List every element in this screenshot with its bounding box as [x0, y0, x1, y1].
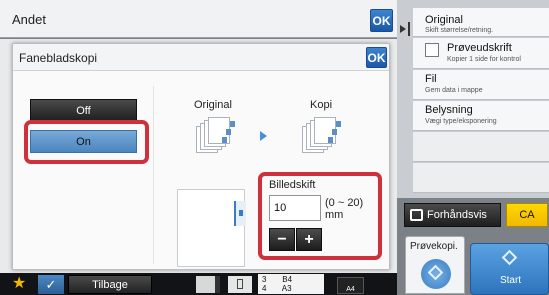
start-label: Start	[499, 275, 522, 286]
shift-range: (0 ~ 20)	[325, 197, 364, 209]
collapse-arrow-icon[interactable]	[400, 25, 406, 33]
diamond-icon	[427, 264, 444, 281]
tab-copy-dialog: Fanebladskopi OK Off On Original Kopi Bi…	[12, 43, 390, 270]
on-button[interactable]: On	[30, 130, 137, 153]
menu-item-title: Original	[425, 14, 463, 26]
outer-header: Andet OK	[0, 0, 397, 38]
diamond-icon	[501, 249, 518, 266]
start-button[interactable]: Start	[470, 243, 549, 295]
menu-item-proof-print[interactable]: Prøveudskrift Kopier 1 side for kontrol	[413, 38, 549, 69]
proof-copy-button[interactable]	[421, 259, 451, 289]
menu-item-subtitle: Skift størrelse/retning.	[425, 27, 494, 34]
tray-icon	[228, 276, 252, 293]
menu-item-empty	[413, 132, 549, 162]
back-button[interactable]: Tilbage	[68, 275, 152, 294]
tray-size: A3	[281, 284, 292, 293]
increase-button[interactable]: +	[296, 228, 322, 251]
original-label: Original	[194, 99, 232, 111]
paper-size-indicator: A4	[337, 277, 364, 294]
tray-status: 3 B4 4 A3	[258, 274, 324, 294]
shift-range-text: (0 ~ 20) mm	[325, 197, 363, 221]
dialog-divider	[153, 86, 154, 264]
menu-item-empty	[413, 163, 549, 193]
right-panel: Original Skift størrelse/retning. Prøveu…	[397, 0, 549, 198]
dialog-title: Fanebladskopi	[19, 51, 98, 65]
proof-checkbox[interactable]	[425, 43, 439, 57]
menu-item-title: Fil	[425, 73, 437, 85]
copy-label: Kopi	[310, 99, 333, 111]
decrease-button[interactable]: −	[269, 228, 295, 251]
paper-icon	[196, 276, 220, 293]
dialog-ok-button[interactable]: OK	[366, 47, 387, 68]
image-shift-label: Billedskift	[269, 179, 316, 191]
collapse-bar	[408, 22, 410, 36]
menu-item-exposure[interactable]: Belysning Vægi type/eksponering	[413, 101, 549, 131]
preview-button[interactable]: Forhåndsvis	[404, 203, 501, 227]
tray-row: 4 A3	[262, 284, 292, 293]
proof-copy-tab: Prøvekopi.	[405, 236, 465, 294]
menu-item-title: Belysning	[425, 104, 473, 116]
menu-item-subtitle: Kopier 1 side for kontrol	[447, 56, 521, 63]
screen: Andet OK Fanebladskopi OK Off On Origina…	[0, 0, 549, 295]
original-stack-icon	[196, 117, 236, 153]
star-icon[interactable]: ★	[12, 274, 26, 294]
tray-size: B4	[282, 275, 293, 284]
tray-number: 3	[262, 275, 267, 284]
menu-item-subtitle: Gem data i mappe	[425, 87, 483, 94]
outer-ok-button[interactable]: OK	[370, 9, 393, 32]
image-shift-input[interactable]	[269, 195, 321, 221]
arrow-right-icon	[260, 131, 267, 141]
menu-item-original[interactable]: Original Skift størrelse/retning.	[413, 8, 549, 37]
check-icon[interactable]: ✓	[38, 275, 64, 294]
shift-unit: mm	[325, 209, 344, 221]
menu-item-title: Prøveudskrift	[447, 42, 512, 54]
dialog-header: Fanebladskopi OK	[13, 44, 389, 71]
preview-icon	[410, 209, 423, 221]
preview-label: Forhåndsvis	[427, 209, 487, 221]
outer-title: Andet	[12, 12, 46, 27]
tray-row: 3 B4	[262, 275, 292, 284]
shift-indicator-icon	[234, 201, 246, 226]
off-button[interactable]: Off	[30, 99, 137, 122]
menu-item-file[interactable]: Fil Gem data i mappe	[413, 70, 549, 100]
tray-number: 4	[262, 284, 267, 293]
menu-item-subtitle: Vægi type/eksponering	[425, 118, 497, 125]
clear-all-button[interactable]: CA	[506, 203, 548, 227]
proof-copy-label: Prøvekopi.	[410, 241, 458, 252]
copy-stack-icon	[302, 117, 342, 153]
